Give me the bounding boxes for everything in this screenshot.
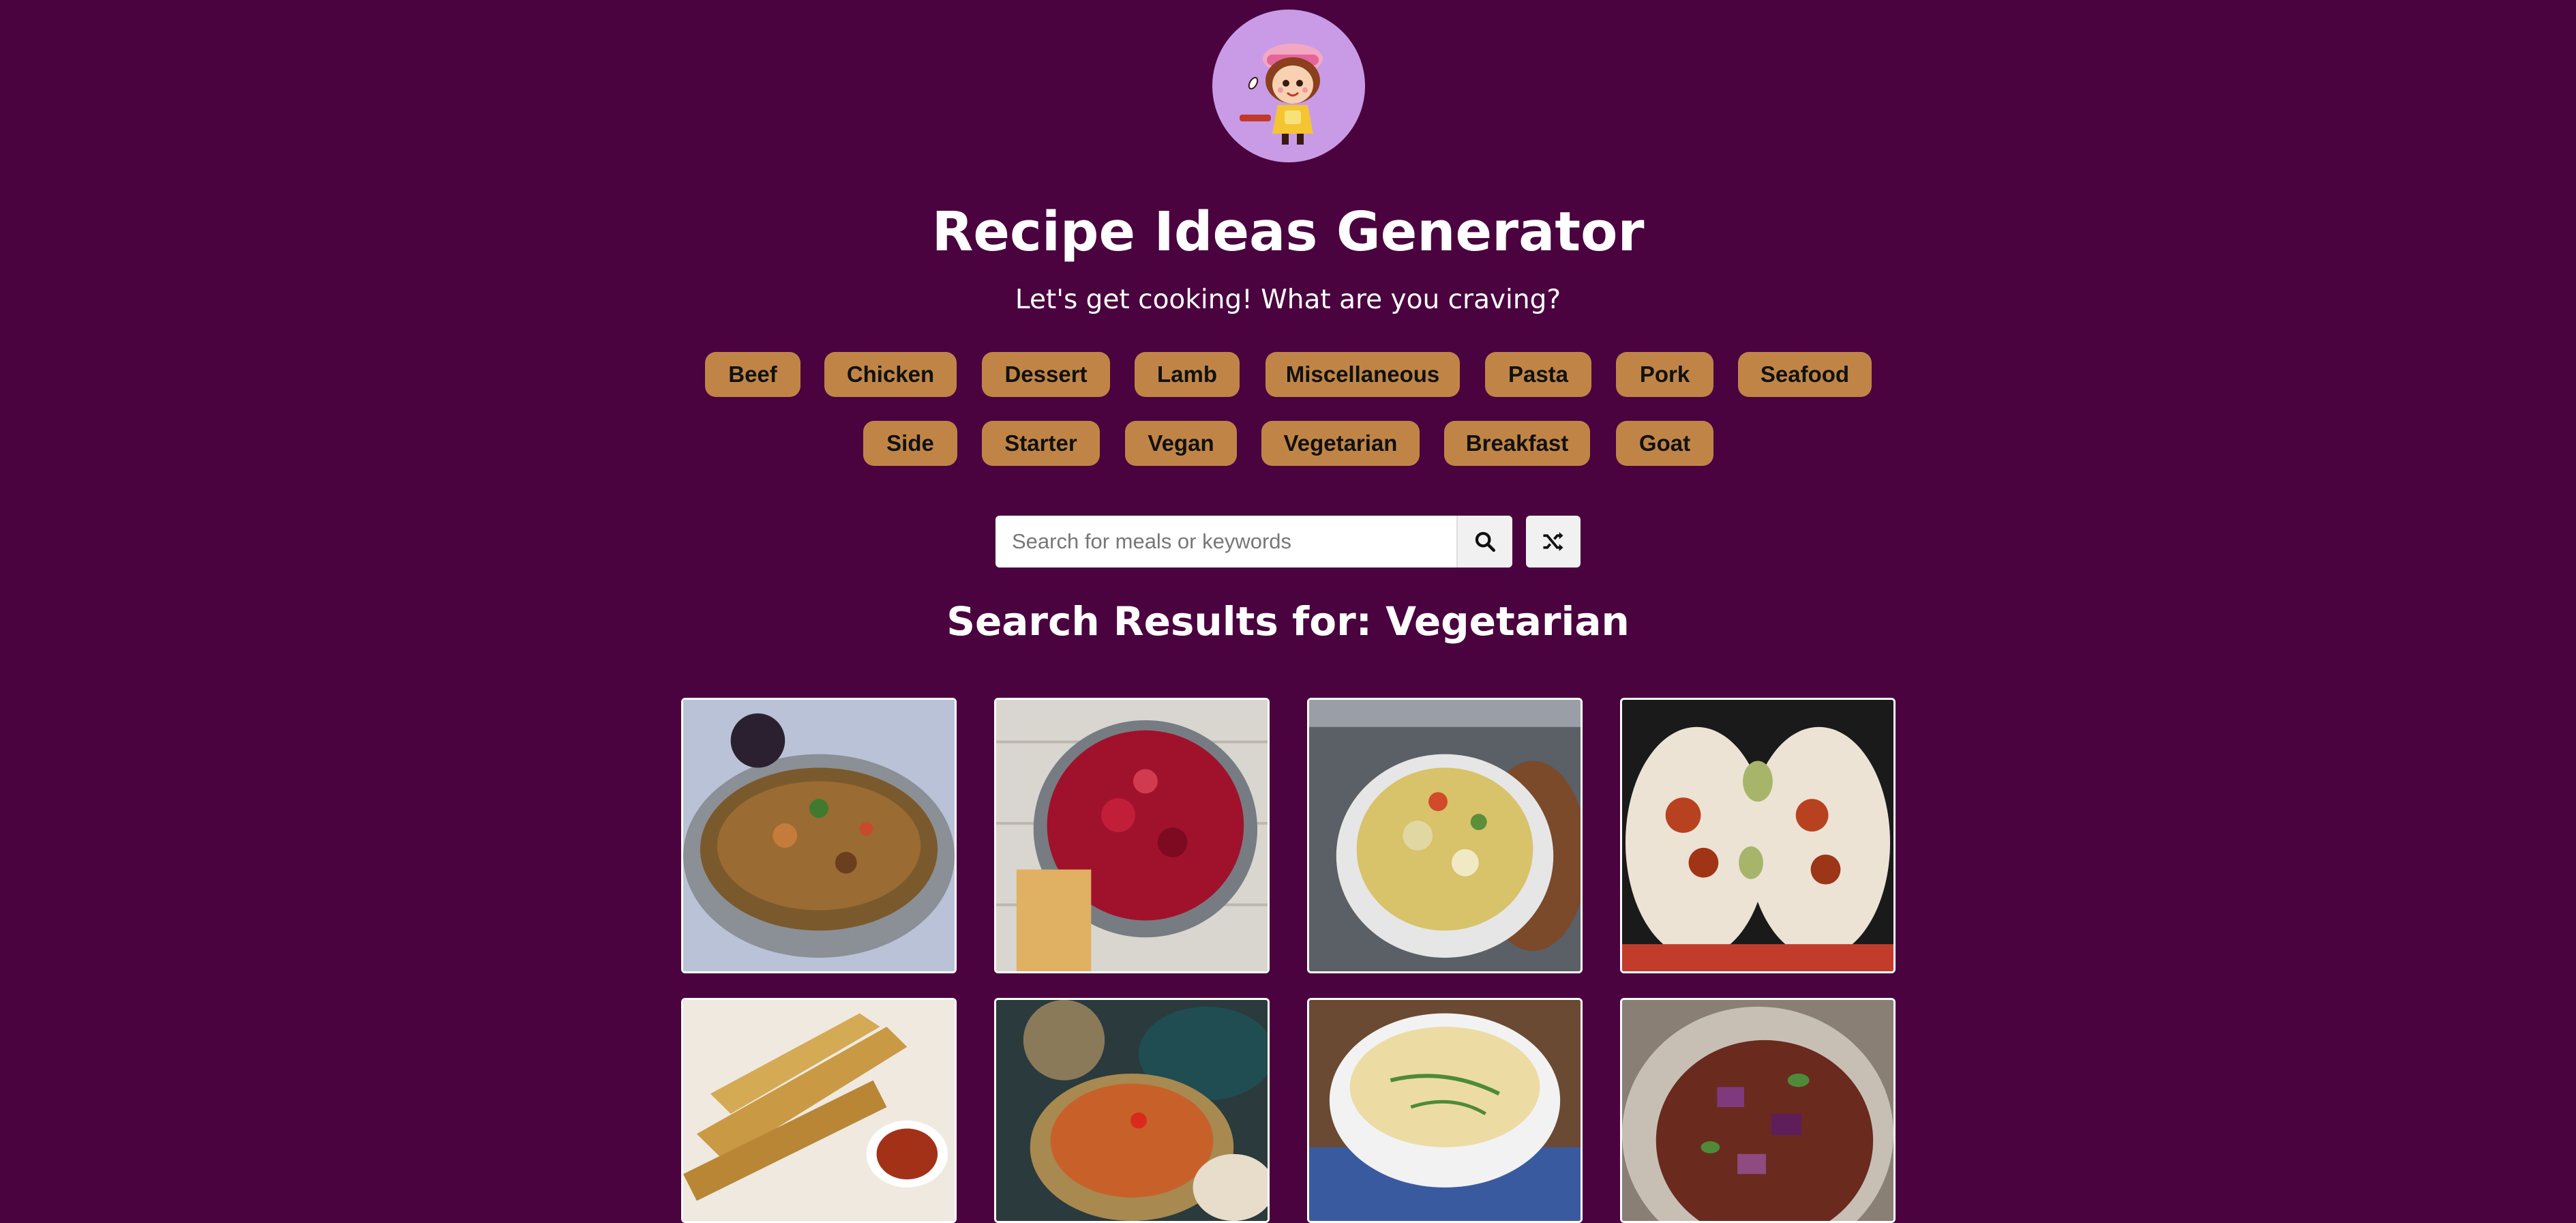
category-button-dessert[interactable]: Dessert [982, 352, 1110, 397]
category-button-goat[interactable]: Goat [1616, 421, 1713, 466]
meal-image [1622, 1000, 1893, 1221]
category-button-side[interactable]: Side [863, 421, 957, 466]
category-button-miscellaneous[interactable]: Miscellaneous [1265, 352, 1460, 397]
chef-mascot-icon [1240, 44, 1323, 145]
category-button-vegan[interactable]: Vegan [1125, 421, 1237, 466]
category-button-pork[interactable]: Pork [1616, 352, 1713, 397]
category-button-seafood[interactable]: Seafood [1738, 352, 1872, 397]
random-meal-button[interactable] [1526, 516, 1581, 568]
meal-image [1309, 700, 1581, 971]
chef-logo [1212, 10, 1365, 162]
page: Recipe Ideas Generator Let's get cooking… [0, 0, 2576, 1223]
category-button-starter[interactable]: Starter [982, 421, 1100, 466]
meal-image [996, 700, 1268, 971]
meal-card[interactable] [1307, 698, 1583, 973]
meal-card[interactable] [1620, 698, 1896, 973]
meal-card[interactable] [994, 998, 1270, 1223]
meal-image [1309, 1000, 1581, 1221]
category-button-chicken[interactable]: Chicken [824, 352, 957, 397]
meal-image [1622, 700, 1893, 971]
category-button-breakfast[interactable]: Breakfast [1444, 421, 1590, 466]
category-button-vegetarian[interactable]: Vegetarian [1261, 421, 1420, 466]
search-bar [995, 516, 1512, 568]
page-title: Recipe Ideas Generator [931, 201, 1645, 263]
category-row-1: Beef Chicken Dessert Lamb Miscellaneous … [0, 352, 2576, 397]
category-button-pasta[interactable]: Pasta [1485, 352, 1591, 397]
category-button-lamb[interactable]: Lamb [1135, 352, 1240, 397]
meal-card[interactable] [681, 998, 957, 1223]
category-button-beef[interactable]: Beef [705, 352, 800, 397]
page-subtitle: Let's get cooking! What are you craving? [1015, 284, 1561, 315]
shuffle-icon [1543, 532, 1563, 551]
search-input[interactable] [995, 516, 1455, 568]
meal-card[interactable] [1620, 998, 1896, 1223]
meal-image [996, 1000, 1268, 1221]
category-row-2: Side Starter Vegan Vegetarian Breakfast … [0, 421, 2576, 466]
results-heading: Search Results for: Vegetarian [946, 598, 1630, 645]
meal-card[interactable] [994, 698, 1270, 973]
meal-image [683, 700, 955, 971]
search-button[interactable] [1456, 516, 1512, 568]
meal-card[interactable] [681, 698, 957, 973]
meal-image [683, 1000, 955, 1221]
meal-card[interactable] [1307, 998, 1583, 1223]
search-icon [1475, 531, 1496, 552]
